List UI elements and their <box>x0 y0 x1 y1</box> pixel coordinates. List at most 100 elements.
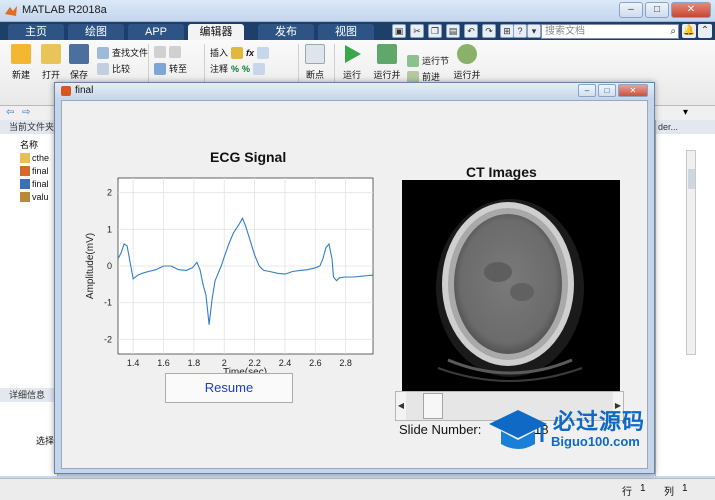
ct-title: CT Images <box>466 164 537 180</box>
advance-icon <box>407 70 419 83</box>
tab-home[interactable]: 主页 <box>8 24 64 40</box>
insert-dropdown-icon <box>257 46 270 59</box>
run-section-label: 运行节 <box>422 56 450 66</box>
help-dropdown-icon[interactable]: ▾ <box>527 24 541 38</box>
resume-button[interactable]: Resume <box>165 373 293 403</box>
matlab-titlebar: MATLAB R2018a – □ ✕ <box>0 0 715 22</box>
copy-quick-icon[interactable]: ❐ <box>428 24 442 38</box>
save-icon <box>69 44 89 64</box>
goto-icon <box>154 62 166 75</box>
ribbon-collapse-icon[interactable]: ⌃ <box>698 24 712 38</box>
ribbon-tabs: 主页 绘图 APP 编辑器 发布 视图 ▣ ✂ ❐ ▤ ↶ ↷ ⊞ ? ▾ 搜索… <box>0 22 715 40</box>
address-dropdown-icon[interactable]: ▾ <box>683 107 688 118</box>
tab-editor[interactable]: 编辑器 <box>188 24 244 40</box>
breakpoint-label: 断点 <box>305 70 324 80</box>
back-nav-icon[interactable]: ⇦ <box>6 107 14 118</box>
file-item[interactable]: valu <box>20 192 49 202</box>
tab-publish[interactable]: 发布 <box>258 24 314 40</box>
app-title: MATLAB R2018a <box>22 4 107 16</box>
ecg-x-tick-label: 2.6 <box>309 358 322 368</box>
watermark-english-text: Biguo100.com <box>551 434 640 449</box>
find-files-button[interactable]: 查找文件 <box>97 46 148 59</box>
run-section-icon <box>407 54 419 67</box>
find-files-label: 查找文件 <box>112 48 149 58</box>
search-documentation-input[interactable]: 搜索文档 ⌕ <box>541 24 679 39</box>
scrollbar-thumb[interactable] <box>688 169 695 189</box>
new-button[interactable]: 新建 <box>6 44 36 81</box>
notification-icon[interactable]: 🔔 <box>682 24 696 38</box>
file-item[interactable]: final <box>20 166 49 176</box>
ecg-y-tick-label: -2 <box>104 334 112 344</box>
find-files-icon <box>97 46 109 59</box>
redo-quick-icon[interactable]: ↷ <box>482 24 496 38</box>
forward-nav-icon[interactable]: ⇨ <box>22 107 30 118</box>
goto-button[interactable]: 转至 <box>154 62 187 75</box>
ecg-y-tick-label: -1 <box>104 298 112 308</box>
paste-quick-icon[interactable]: ▤ <box>446 24 460 38</box>
insert-icon <box>231 46 244 59</box>
tab-plots[interactable]: 绘图 <box>68 24 124 40</box>
ecg-axes: 1.4 1.6 1.8 2 2.2 2.4 2.6 2.8 -2-1012 Time(sec)… <box>85 177 374 376</box>
file-name: final <box>32 179 49 189</box>
uncomment-icon: % <box>242 63 251 74</box>
cut-quick-icon[interactable]: ✂ <box>410 24 424 38</box>
figure-maximize-button[interactable]: □ <box>598 84 616 97</box>
figure-icon <box>61 86 71 96</box>
compare-label: 比较 <box>112 64 131 74</box>
run-section-button[interactable]: 运行节 <box>407 54 449 67</box>
wrap-comment-icon <box>253 62 266 75</box>
insert-button[interactable]: 插入 fx <box>210 46 270 59</box>
run-time-label: 运行并 <box>453 70 481 80</box>
tab-apps[interactable]: APP <box>128 24 184 40</box>
slider-left-arrow[interactable]: ◀ <box>396 392 406 420</box>
ecg-x-tick-label: 1.4 <box>127 358 140 368</box>
navigate-arrows[interactable] <box>154 46 181 58</box>
compare-button[interactable]: 比较 <box>97 62 130 75</box>
tab-view[interactable]: 视图 <box>318 24 374 40</box>
ecg-y-ticks: -2 -1 0 1 2 <box>104 188 112 345</box>
current-folder-header: 当前文件夹 <box>0 120 57 134</box>
col-label: 列 <box>664 487 674 498</box>
undo-quick-icon[interactable]: ↶ <box>464 24 478 38</box>
run-and-advance-button[interactable]: 运行并 <box>372 44 402 81</box>
comment-label: 注释 <box>210 64 229 74</box>
name-column-header[interactable]: 名称 <box>20 138 38 151</box>
open-folder-icon <box>41 44 61 64</box>
search-icon: ⌕ <box>670 26 676 37</box>
figure-close-button[interactable]: ✕ <box>618 84 648 97</box>
col-value: 1 <box>682 483 688 494</box>
details-header: 详细信息 <box>0 388 58 402</box>
ecg-x-tick-label: 2.4 <box>279 358 292 368</box>
save-quick-icon[interactable]: ▣ <box>392 24 406 38</box>
maximize-button[interactable]: □ <box>645 2 669 18</box>
breakpoint-button[interactable]: 断点 <box>302 44 328 81</box>
run-and-time-button[interactable]: 运行并 <box>452 44 482 81</box>
minimize-button[interactable]: – <box>619 2 643 18</box>
switch-windows-icon[interactable]: ⊞ <box>500 24 514 38</box>
file-item[interactable]: final <box>20 179 49 189</box>
save-label: 保存 <box>69 70 88 80</box>
open-button[interactable]: 打开 <box>38 44 64 81</box>
run-advance-icon <box>377 44 397 64</box>
file-name: cthe <box>32 153 50 163</box>
ecg-y-tick-label: 2 <box>107 188 112 198</box>
figure-titlebar: final – □ ✕ <box>55 83 654 99</box>
run-button[interactable]: 运行 <box>338 44 366 81</box>
watermark-chinese-text: 必过源码 <box>553 409 646 434</box>
close-button[interactable]: ✕ <box>671 2 711 18</box>
run-advance-label: 运行并 <box>373 70 401 80</box>
slider-thumb[interactable] <box>422 393 443 419</box>
status-bar: 行 1 列 1 <box>0 478 715 500</box>
help-icon[interactable]: ? <box>513 24 527 38</box>
ecg-y-label: Amplitude(mV) <box>85 233 96 299</box>
figure-minimize-button[interactable]: – <box>578 84 596 97</box>
row-label: 行 <box>622 487 632 498</box>
file-name: final <box>32 166 49 176</box>
workspace-scrollbar[interactable] <box>686 150 696 355</box>
save-button[interactable]: 保存 <box>66 44 92 81</box>
fx-icon: fx <box>246 47 255 58</box>
comment-button[interactable]: 注释 % % <box>210 62 266 75</box>
ct-image <box>402 180 620 392</box>
file-item[interactable]: cthe <box>20 153 49 163</box>
new-icon <box>11 44 31 64</box>
